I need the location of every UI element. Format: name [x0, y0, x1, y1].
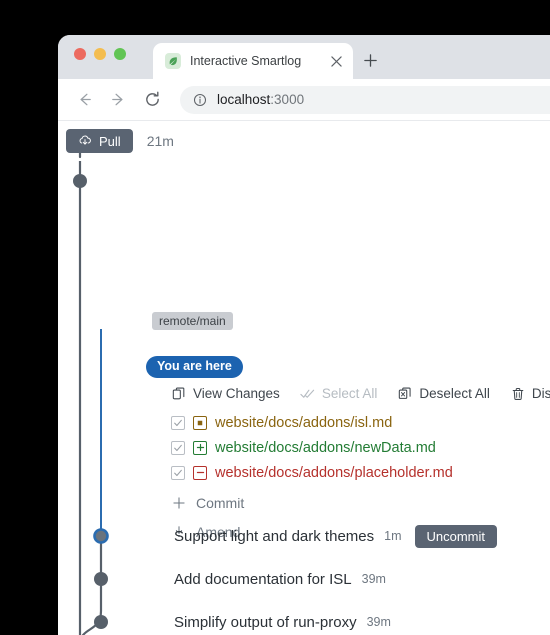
select-all-button[interactable]: Select All [300, 386, 378, 402]
remote-main-dot [73, 174, 87, 188]
trash-icon [510, 386, 526, 402]
head-commit-dot [93, 528, 109, 544]
browser-toolbar: localhost:3000 [58, 79, 550, 121]
view-changes-button[interactable]: View Changes [171, 386, 280, 402]
commit-time: 1m [384, 529, 402, 543]
commit-dot [94, 572, 108, 586]
smartlog-toolbar: Pull 21m [66, 129, 174, 153]
url-port: :3000 [270, 92, 305, 107]
browser-window: Interactive Smartlog localhost:3000 Pull… [58, 35, 550, 635]
uncommit-button[interactable]: Uncommit [414, 524, 498, 548]
cloud-download-icon [78, 134, 92, 148]
file-checkbox[interactable] [171, 465, 185, 480]
commit-row[interactable]: Add documentation for ISL 39m [174, 567, 386, 591]
deselect-all-button[interactable]: Deselect All [397, 386, 490, 402]
commit-row[interactable]: Support light and dark themes 1m Uncommi… [174, 524, 498, 548]
file-path[interactable]: website/docs/addons/placeholder.md [215, 465, 453, 481]
file-path[interactable]: website/docs/addons/newData.md [215, 440, 436, 456]
traffic-lights [74, 48, 126, 60]
check-all-icon [300, 386, 316, 402]
zoom-window-button[interactable] [114, 48, 126, 60]
reload-icon[interactable] [138, 86, 166, 114]
file-row[interactable]: website/docs/addons/isl.md [171, 410, 550, 435]
commit-dot [94, 615, 108, 629]
tab-title: Interactive Smartlog [190, 54, 302, 68]
uncommitted-changes-section: View Changes Select All Deselect All Dis… [171, 382, 550, 546]
status-added-icon [193, 440, 207, 455]
file-row[interactable]: website/docs/addons/newData.md [171, 435, 550, 460]
commit-time: 39m [366, 615, 391, 629]
pull-button[interactable]: Pull [66, 129, 133, 153]
new-tab-button[interactable] [358, 48, 382, 72]
file-row[interactable]: website/docs/addons/placeholder.md [171, 460, 550, 485]
file-checkbox[interactable] [171, 415, 185, 430]
smartlog-page: Pull 21m remote/main You are here View C… [58, 121, 550, 635]
browser-tab[interactable]: Interactive Smartlog [153, 43, 353, 79]
file-checkbox[interactable] [171, 440, 185, 455]
address-bar[interactable]: localhost:3000 [180, 85, 550, 114]
leaf-icon [165, 53, 181, 69]
file-path[interactable]: website/docs/addons/isl.md [215, 415, 392, 431]
view-changes-label: View Changes [193, 386, 280, 401]
uncommitted-actions-row: View Changes Select All Deselect All Dis [171, 382, 550, 405]
back-icon[interactable] [70, 86, 98, 114]
commit-title: Simplify output of run-proxy [174, 613, 357, 631]
select-all-label: Select All [321, 386, 378, 401]
discard-label: Discard [531, 386, 550, 401]
discard-button[interactable]: Discard [510, 386, 550, 402]
close-window-button[interactable] [74, 48, 86, 60]
last-fetched-time: 21m [146, 133, 174, 149]
address-bar-url: localhost:3000 [217, 92, 304, 107]
files-diff-icon [171, 386, 187, 402]
remote-bookmark-chip[interactable]: remote/main [152, 312, 233, 330]
commit-time: 39m [361, 572, 386, 586]
plus-icon [171, 495, 187, 511]
commit-row[interactable]: Simplify output of run-proxy 39m [174, 610, 391, 634]
minimize-window-button[interactable] [94, 48, 106, 60]
commit-label: Commit [196, 494, 245, 511]
changed-file-list: website/docs/addons/isl.md website/docs/… [171, 410, 550, 485]
you-are-here-badge: You are here [146, 356, 243, 378]
commit-title: Add documentation for ISL [174, 570, 352, 588]
status-removed-icon [193, 465, 207, 480]
status-modified-icon [193, 415, 207, 430]
commit-title: Support light and dark themes [174, 527, 375, 545]
url-host: localhost [217, 92, 271, 107]
tab-strip: Interactive Smartlog [58, 35, 550, 79]
pull-button-label: Pull [99, 133, 121, 149]
commit-button[interactable]: Commit [171, 488, 550, 517]
deselect-icon [397, 386, 413, 402]
close-tab-icon[interactable] [327, 52, 345, 70]
forward-icon[interactable] [104, 86, 132, 114]
deselect-all-label: Deselect All [419, 386, 490, 401]
info-icon[interactable] [192, 92, 208, 108]
commit-graph [73, 132, 109, 635]
